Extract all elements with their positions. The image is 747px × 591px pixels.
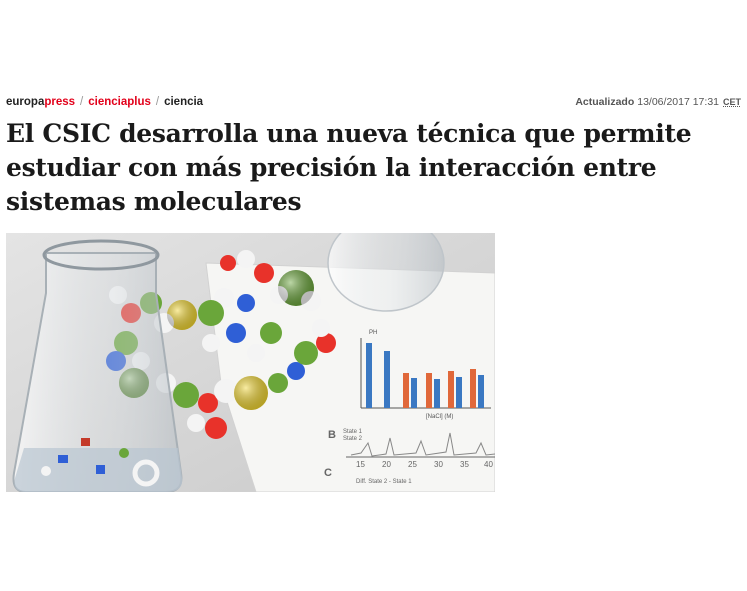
update-timestamp: Actualizado 13/06/2017 17:31 CET xyxy=(575,96,741,108)
chart-footer: Diff. State 2 - State 1 xyxy=(356,479,412,485)
updated-label: Actualizado xyxy=(575,96,635,108)
brand-part2: press xyxy=(44,96,76,108)
article-photo[interactable]: PH [NaCl] (M) B State 1 State 2 15 20 25… xyxy=(6,233,495,492)
brand-part1: europa xyxy=(6,96,45,108)
tick: 40 xyxy=(484,460,493,469)
tick: 15 xyxy=(356,460,365,469)
chart-panel-b: B xyxy=(328,429,336,441)
legend-state2: State 2 xyxy=(343,436,363,442)
site-logo-link[interactable]: europapress xyxy=(6,96,75,108)
headline-line: estudiar con más precisión la interacció… xyxy=(6,153,657,182)
tick: 30 xyxy=(434,460,443,469)
photo-illustration: PH [NaCl] (M) B State 1 State 2 15 20 25… xyxy=(6,233,495,492)
breadcrumb: europapress / cienciaplus / ciencia xyxy=(6,96,203,108)
chart-top-label: PH xyxy=(369,330,377,336)
chart-panel-c: C xyxy=(324,467,332,479)
chart-x-axis-label: [NaCl] (M) xyxy=(426,414,453,420)
article-headline: El CSIC desarrolla una nueva técnica que… xyxy=(6,117,706,219)
headline-line: sistemas moleculares xyxy=(6,187,302,216)
tick: 35 xyxy=(460,460,469,469)
article-meta-bar: europapress / cienciaplus / ciencia Actu… xyxy=(6,94,741,110)
updated-datetime: 13/06/2017 17:31 xyxy=(637,96,719,108)
timezone-abbr: CET xyxy=(723,97,741,107)
headline-line: El CSIC desarrolla una nueva técnica que… xyxy=(6,119,692,148)
breadcrumb-subsection-link[interactable]: ciencia xyxy=(164,96,203,108)
breadcrumb-separator: / xyxy=(80,96,84,108)
legend-state1: State 1 xyxy=(343,429,363,435)
tick: 25 xyxy=(408,460,417,469)
tick: 20 xyxy=(382,460,391,469)
breadcrumb-section-link[interactable]: cienciaplus xyxy=(88,96,151,108)
breadcrumb-separator: / xyxy=(155,96,160,108)
